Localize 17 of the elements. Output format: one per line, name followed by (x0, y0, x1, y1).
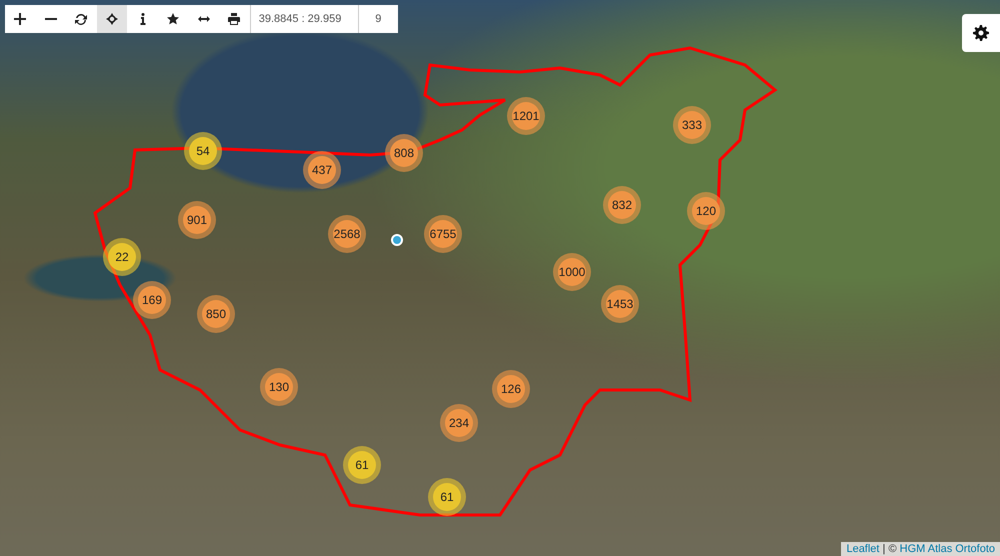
refresh-tool-button[interactable] (66, 5, 97, 33)
star-icon (166, 12, 180, 26)
circular-arrows-icon (74, 12, 88, 26)
print-tool-button[interactable] (219, 5, 250, 33)
settings-button[interactable] (962, 14, 1000, 52)
coordinates-field[interactable]: 39.8845 : 29.959 (250, 5, 358, 33)
attribution-link[interactable]: Leaflet (846, 543, 880, 555)
map-attribution: Leaflet | © HGM Atlas Ortofoto (841, 542, 1000, 556)
printer-icon (227, 12, 242, 26)
crosshair-icon (105, 12, 120, 26)
plus-tool-button[interactable] (5, 5, 36, 33)
crosshair-tool-button[interactable] (96, 5, 128, 33)
zoom-level-field[interactable]: 9 (358, 5, 398, 33)
info-tool-button[interactable] (127, 5, 158, 33)
gear-icon (973, 25, 989, 41)
plus-icon (13, 12, 28, 26)
attribution-link[interactable]: HGM Atlas Ortofoto (900, 543, 995, 555)
